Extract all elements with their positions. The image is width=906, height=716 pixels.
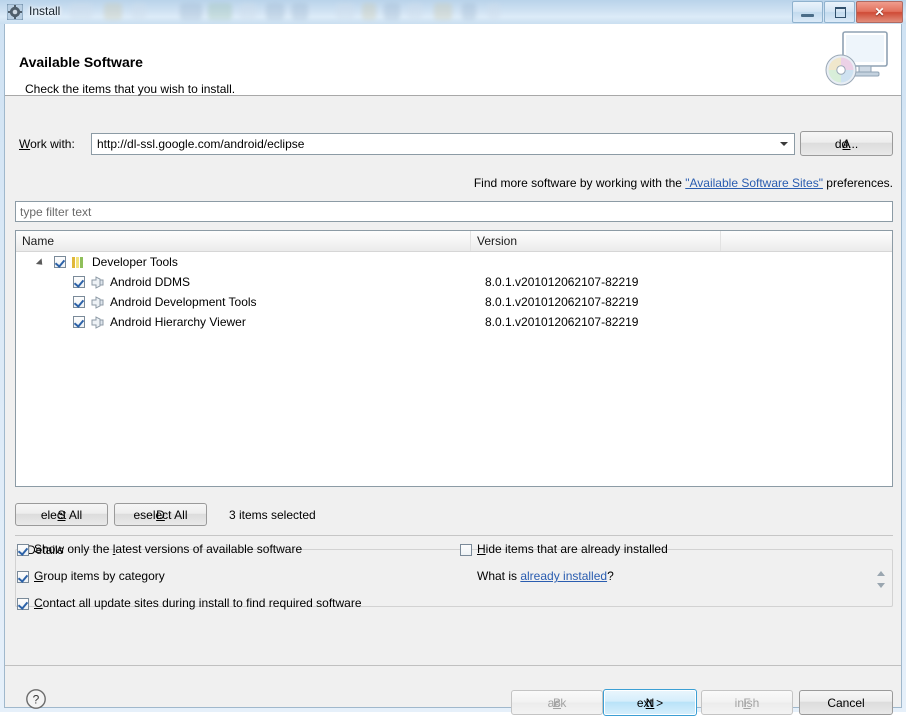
filter-placeholder: type filter text (20, 204, 92, 219)
scroll-up-icon[interactable] (877, 571, 885, 576)
deselect-all-button[interactable]: Deselect All (114, 503, 207, 526)
what-is-already-installed: What is already installed? (477, 569, 614, 583)
show-latest-versions-check[interactable] (17, 544, 29, 556)
feature-plugin-icon (91, 296, 105, 309)
available-sites-hint: Find more software by working with the "… (474, 176, 893, 190)
row-checkbox[interactable] (54, 256, 66, 268)
what-is-before: What is (477, 569, 521, 583)
install-wizard-window: Install ✕ Available Software Check the i… (0, 0, 906, 716)
row-checkbox[interactable] (73, 276, 85, 288)
details-scrollbar[interactable] (875, 567, 887, 595)
available-software-sites-link[interactable]: "Available Software Sites" (685, 176, 823, 190)
group-by-category-checkbox[interactable]: Group items by category (17, 569, 165, 583)
wizard-page-body: Work with: http://dl-ssl.google.com/andr… (5, 97, 901, 665)
row-version: 8.0.1.v201012062107-82219 (485, 315, 639, 329)
row-version: 8.0.1.v201012062107-82219 (485, 275, 639, 289)
select-all-button[interactable]: Select All (15, 503, 108, 526)
show-latest-pre: Show only the (34, 542, 113, 556)
window-title: Install (29, 4, 61, 18)
add-button-label: dd... (834, 136, 859, 151)
hint-before: Find more software by working with the (473, 176, 686, 190)
scroll-down-icon[interactable] (877, 583, 885, 588)
group-by-category-check[interactable] (17, 571, 29, 583)
add-site-button[interactable]: Add... (800, 131, 893, 156)
filter-input[interactable]: type filter text (15, 201, 893, 222)
table-row[interactable]: Android DDMS 8.0.1.v201012062107-82219 (16, 272, 892, 292)
table-header: Name Version (16, 231, 892, 252)
show-latest-versions-checkbox[interactable]: Show only the latest versions of availab… (17, 542, 302, 556)
table-row[interactable]: Android Hierarchy Viewer 8.0.1.v20101206… (16, 312, 892, 332)
row-name: Android Development Tools (110, 295, 257, 309)
cancel-label: Cancel (827, 695, 865, 710)
hide-installed-post: ide items that are already installed (485, 542, 668, 556)
hint-after: preferences. (822, 176, 893, 190)
divider (15, 535, 893, 536)
minimize-button[interactable] (792, 1, 823, 23)
hide-installed-check[interactable] (460, 544, 472, 556)
wizard-banner: Available Software Check the items that … (5, 24, 901, 96)
maximize-icon (835, 7, 846, 18)
back-button[interactable]: < Back (511, 690, 603, 715)
row-checkbox[interactable] (73, 316, 85, 328)
row-name: Developer Tools (92, 255, 178, 269)
category-icon (72, 257, 86, 268)
install-gear-icon[interactable] (6, 3, 24, 21)
contact-all-sites-mnemonic: C (34, 596, 43, 610)
contact-all-sites-checkbox[interactable]: Contact all update sites during install … (17, 596, 362, 610)
work-with-label-mnemonic: W (19, 137, 31, 151)
hide-installed-checkbox[interactable]: Hide items that are already installed (460, 542, 668, 556)
row-name: Android Hierarchy Viewer (110, 315, 246, 329)
contact-all-sites-check[interactable] (17, 598, 29, 610)
contact-all-sites-post: ontact all update sites during install t… (42, 596, 362, 610)
page-title: Available Software (19, 54, 143, 70)
window-controls: ✕ (791, 1, 903, 23)
page-subtitle: Check the items that you wish to install… (25, 82, 236, 96)
select-all-label: elect All (40, 507, 83, 522)
titlebar-blurred-backdrop (60, 0, 500, 24)
column-header-extra[interactable] (721, 231, 892, 251)
window-titlebar: Install ✕ (0, 0, 906, 24)
finish-label: inish (734, 695, 760, 710)
work-with-label-rest: ork with: (30, 137, 75, 151)
what-is-after: ? (607, 569, 614, 583)
row-checkbox[interactable] (73, 296, 85, 308)
software-tree-table[interactable]: Name Version Developer Tools Android DDM… (15, 230, 893, 487)
selection-status: 3 items selected (229, 508, 316, 522)
minimize-icon (801, 14, 814, 17)
maximize-button[interactable] (824, 1, 855, 23)
row-version: 8.0.1.v201012062107-82219 (485, 295, 639, 309)
monitor-disc-icon (821, 26, 893, 92)
feature-plugin-icon (91, 316, 105, 329)
table-row[interactable]: Android Development Tools 8.0.1.v2010120… (16, 292, 892, 312)
footer-divider (5, 665, 901, 666)
hide-installed-mnemonic: H (477, 542, 486, 556)
work-with-input[interactable]: http://dl-ssl.google.com/android/eclipse (97, 137, 304, 151)
show-latest-post: atest versions of available software (115, 542, 303, 556)
table-body: Developer Tools Android DDMS 8.0.1.v2010… (16, 252, 892, 486)
group-by-category-mnemonic: G (34, 569, 44, 583)
finish-button[interactable]: Finish (701, 690, 793, 715)
already-installed-link[interactable]: already installed (520, 569, 607, 583)
work-with-label: Work with: (19, 137, 75, 151)
work-with-combo[interactable]: http://dl-ssl.google.com/android/eclipse (91, 133, 795, 155)
close-button[interactable]: ✕ (856, 1, 903, 23)
expander-triangle-icon[interactable] (35, 258, 46, 268)
help-icon[interactable]: ? (25, 688, 47, 710)
group-by-category-post: roup items by category (43, 569, 165, 583)
close-icon: ✕ (874, 5, 885, 19)
dialog-client-area: Available Software Check the items that … (4, 24, 902, 716)
next-label: ext > (636, 695, 664, 710)
chevron-down-icon[interactable] (780, 142, 788, 146)
deselect-all-label: eselect All (133, 507, 188, 522)
column-header-version[interactable]: Version (471, 231, 721, 251)
back-label: ack (547, 695, 567, 710)
svg-text:?: ? (33, 692, 40, 706)
column-header-name[interactable]: Name (16, 231, 471, 251)
table-row[interactable]: Developer Tools (16, 252, 892, 272)
feature-plugin-icon (91, 276, 105, 289)
row-name: Android DDMS (110, 275, 191, 289)
cancel-button[interactable]: Cancel (799, 690, 893, 715)
